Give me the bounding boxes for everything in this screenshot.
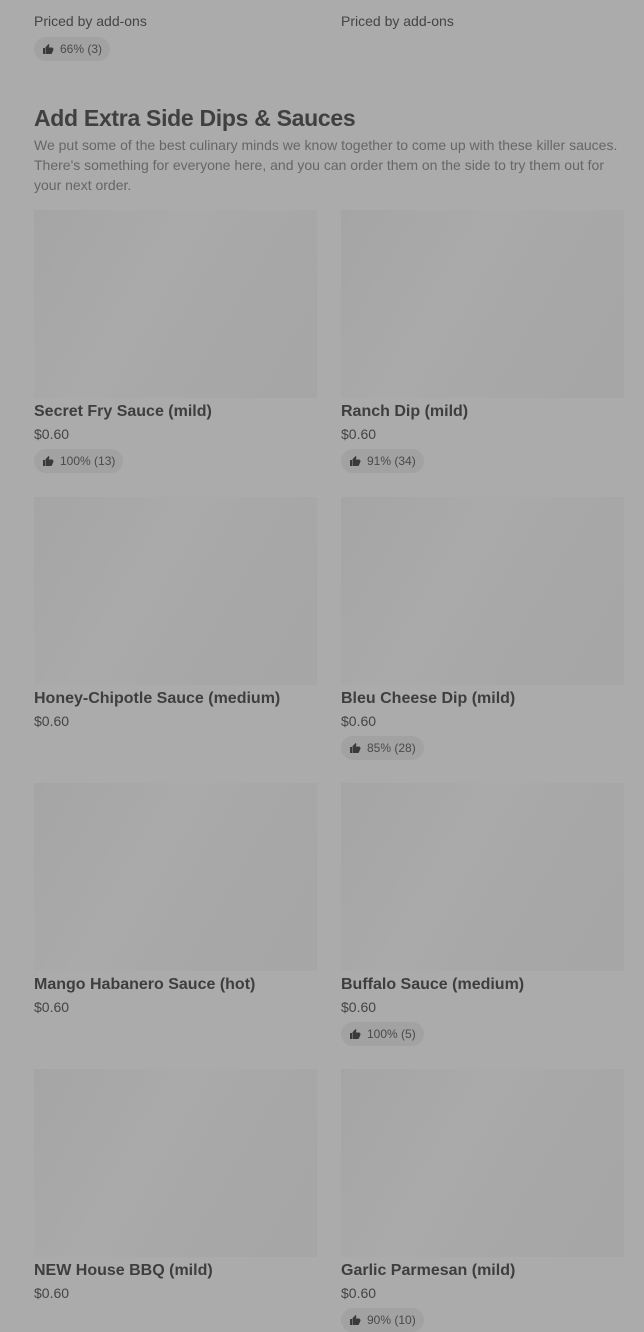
rating-badge: 91% (34) [341, 449, 424, 473]
rating-badge: 90% (10) [341, 1308, 424, 1332]
rating-badge: 85% (28) [341, 736, 424, 760]
item-price: $0.60 [341, 1285, 377, 1301]
item-image[interactable] [34, 783, 317, 971]
menu-item-card[interactable]: Buffalo Sauce (medium) $0.60 100% (5) [341, 783, 624, 1046]
item-image[interactable] [34, 497, 317, 685]
section-description: We put some of the best culinary minds w… [34, 137, 618, 193]
item-price: $0.60 [341, 713, 377, 729]
menu-item-card[interactable]: Priced by add-ons 66% (3) [34, 0, 317, 61]
rating-text: 100% (13) [60, 454, 116, 468]
item-image[interactable] [341, 497, 624, 685]
item-name: Honey-Chipotle Sauce (medium) [34, 690, 281, 707]
item-image[interactable] [341, 210, 624, 398]
item-image[interactable] [34, 1069, 317, 1257]
rating-badge: 66% (3) [34, 37, 111, 61]
item-price: $0.60 [34, 426, 70, 442]
item-name: Bleu Cheese Dip (mild) [341, 690, 516, 707]
thumbs-up-icon [350, 1315, 361, 1325]
item-name: NEW House BBQ (mild) [34, 1262, 213, 1279]
thumbs-up-icon [350, 743, 361, 753]
menu-item-card[interactable]: Priced by add-ons [341, 0, 624, 30]
thumbs-up-icon [43, 44, 54, 54]
item-name-cutoff [341, 0, 624, 6]
previous-items-row: Priced by add-ons 66% (3) Priced by add-… [0, 0, 644, 62]
item-price: $0.60 [341, 999, 377, 1015]
rating-text: 85% (28) [367, 741, 416, 755]
item-name: Mango Habanero Sauce (hot) [34, 976, 256, 993]
item-price: $0.60 [34, 1285, 70, 1301]
menu-item-card[interactable]: Mango Habanero Sauce (hot) $0.60 [34, 783, 317, 1015]
item-image[interactable] [341, 1069, 624, 1257]
rating-badge: 100% (5) [341, 1022, 424, 1046]
thumbs-up-icon [43, 456, 54, 466]
rating-text: 91% (34) [367, 454, 416, 468]
item-name: Ranch Dip (mild) [341, 403, 469, 420]
section-header: Add Extra Side Dips & Sauces We put some… [34, 103, 624, 195]
rating-text: 66% (3) [60, 42, 103, 56]
rating-text: 100% (5) [367, 1027, 416, 1041]
item-name: Garlic Parmesan (mild) [341, 1262, 516, 1279]
item-price: $0.60 [34, 999, 70, 1015]
item-name: Buffalo Sauce (medium) [341, 976, 525, 993]
rating-text: 90% (10) [367, 1313, 416, 1327]
item-price-note: Priced by add-ons [34, 13, 147, 29]
item-price: $0.60 [341, 426, 377, 442]
item-image[interactable] [341, 783, 624, 971]
menu-item-card[interactable]: Ranch Dip (mild) $0.60 91% (34) [341, 210, 624, 473]
thumbs-up-icon [350, 1029, 361, 1039]
section-title: Add Extra Side Dips & Sauces [34, 105, 356, 131]
item-price: $0.60 [34, 713, 70, 729]
rating-badge: 100% (13) [34, 449, 124, 473]
item-name: Secret Fry Sauce (mild) [34, 403, 212, 420]
menu-item-card[interactable]: Honey-Chipotle Sauce (medium) $0.60 [34, 497, 317, 729]
menu-item-card[interactable]: Garlic Parmesan (mild) $0.60 90% (10) [341, 1069, 624, 1332]
menu-item-card[interactable]: Secret Fry Sauce (mild) $0.60 100% (13) [34, 210, 317, 473]
thumbs-up-icon [350, 456, 361, 466]
item-name-cutoff [34, 0, 317, 6]
menu-item-card[interactable]: Bleu Cheese Dip (mild) $0.60 85% (28) [341, 497, 624, 760]
menu-item-card[interactable]: NEW House BBQ (mild) $0.60 [34, 1069, 317, 1301]
item-price-note: Priced by add-ons [341, 13, 454, 29]
item-image[interactable] [34, 210, 317, 398]
